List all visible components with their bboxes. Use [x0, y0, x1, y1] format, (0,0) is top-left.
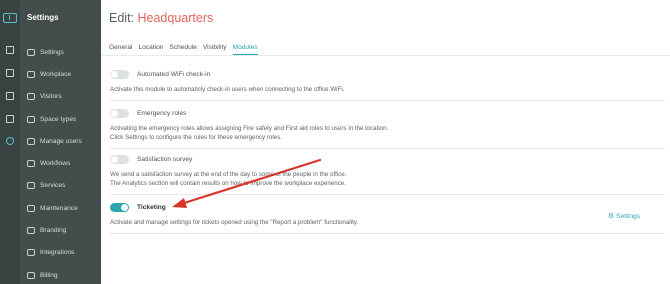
app-window: Settings Settings Workplace Visitors Space …	[0, 0, 670, 284]
module-divider	[110, 100, 665, 101]
module-label: Emergency roles	[137, 109, 187, 117]
tab-modules[interactable]: Modules	[232, 44, 258, 55]
billing-icon	[27, 271, 35, 279]
toggle-knob	[121, 203, 128, 211]
tab-location[interactable]: Location	[138, 44, 163, 55]
toggle-knob	[111, 109, 118, 117]
gear-icon	[27, 48, 35, 56]
module-description-line: The Analytics section will contain resul…	[110, 180, 346, 187]
module-description-line: Activating the emergency roles allows as…	[110, 125, 389, 132]
toggle-knob	[111, 70, 118, 78]
app-logo-icon[interactable]	[3, 13, 17, 23]
toggle-knob	[111, 155, 118, 163]
sidebar-item-maintenance[interactable]: Maintenance	[20, 197, 101, 219]
module-description-line: Activate this module to automaticly chec…	[110, 86, 345, 93]
sidebar-item-integrations[interactable]: Integrations	[20, 242, 101, 264]
tabs-divider	[101, 55, 670, 56]
module-label: Automated WiFi check-in	[137, 70, 211, 78]
sidebar-item-label: Maintenance	[40, 204, 78, 212]
tab-bar: General Location Schedule Visibility Modules	[109, 44, 264, 55]
person-icon[interactable]	[6, 115, 14, 123]
page-title-prefix: Edit:	[109, 11, 135, 25]
module-description: Activate this module to automaticly chec…	[110, 85, 665, 94]
maintenance-icon	[27, 204, 35, 212]
settings-link-label: Settings	[616, 212, 640, 220]
workflow-icon	[27, 160, 35, 168]
module-toggle[interactable]	[110, 69, 129, 79]
module-label: Satisfaction survey	[137, 155, 193, 163]
sidebar-item-workplace[interactable]: Workplace	[20, 63, 101, 85]
module-header: Satisfaction survey	[110, 154, 665, 164]
sidebar-item-label: Workflows	[40, 160, 71, 168]
tab-visibility[interactable]: Visibility	[203, 44, 227, 55]
services-icon	[27, 182, 35, 190]
module-divider	[110, 233, 665, 234]
module-header: Ticketing	[110, 202, 665, 212]
space-icon	[27, 115, 35, 123]
sidebar-item-label: Settings	[40, 48, 64, 56]
sidebar-item-visitors[interactable]: Visitors	[20, 86, 101, 108]
list-icon[interactable]	[6, 69, 14, 77]
module-toggle[interactable]	[110, 108, 129, 118]
sidebar-item-space-types[interactable]: Space types	[20, 108, 101, 130]
module-description: Activate and manage settings for tickets…	[110, 218, 665, 227]
settings-rail-icon[interactable]	[6, 137, 14, 145]
tab-schedule[interactable]: Schedule	[169, 44, 197, 55]
integrations-icon	[27, 249, 35, 257]
sidebar-item-services[interactable]: Services	[20, 175, 101, 197]
module-header: Emergency roles	[110, 108, 665, 118]
main-panel: Edit: Headquarters General Location Schedu…	[101, 0, 670, 284]
branding-icon	[27, 227, 35, 235]
module-description-line: We send a satisfaction survey at the end…	[110, 171, 347, 178]
calendar-icon[interactable]	[6, 46, 14, 54]
module-description: Activating the emergency roles allows as…	[110, 124, 665, 142]
sidebar-item-label: Services	[40, 182, 66, 190]
sidebar-item-settings[interactable]: Settings	[20, 41, 101, 63]
sidebar-item-label: Workplace	[40, 70, 72, 78]
module-toggle[interactable]	[110, 154, 129, 164]
sidebar-item-workflows[interactable]: Workflows	[20, 152, 101, 174]
sidebar-item-label: Billing	[40, 271, 58, 279]
sidebar-title: Settings	[27, 13, 59, 22]
sidebar-item-label: Branding	[40, 227, 67, 235]
module-header: Automated WiFi check-in	[110, 69, 665, 79]
building-icon	[27, 70, 35, 78]
module-description: We send a satisfaction survey at the end…	[110, 170, 665, 188]
sidebar-item-manage-users[interactable]: Manage users	[20, 130, 101, 152]
gear-icon: ⚙	[607, 213, 615, 220]
module-description-line: Activate and manage settings for tickets…	[110, 219, 359, 226]
sidebar-item-label: Space types	[40, 115, 77, 123]
sidebar-item-label: Visitors	[40, 93, 62, 101]
module-ticketing: Ticketing Activate and manage settings fo…	[110, 202, 665, 234]
module-automated-wifi-check-in: Automated WiFi check-in Activate this mod…	[110, 69, 665, 101]
module-divider	[110, 148, 665, 149]
page-title: Edit: Headquarters	[109, 11, 213, 25]
tab-general[interactable]: General	[109, 44, 132, 55]
module-description-line: Click Settings to configure the rules fo…	[110, 134, 282, 141]
sidebar-item-billing[interactable]: Billing	[20, 264, 101, 284]
icon-rail	[0, 0, 20, 284]
visitor-icon	[27, 93, 35, 101]
page-title-name: Headquarters	[137, 11, 214, 25]
users-icon	[27, 137, 35, 145]
module-emergency-roles: Emergency roles Activating the emergency …	[110, 108, 665, 149]
sidebar-nav: Settings Workplace Visitors Space types Mana…	[20, 41, 101, 284]
sidebar-item-branding[interactable]: Branding	[20, 219, 101, 241]
module-divider	[110, 194, 665, 195]
sidebar: Settings Settings Workplace Visitors Space …	[20, 0, 101, 284]
sidebar-item-label: Manage users	[40, 137, 82, 145]
module-toggle[interactable]	[110, 202, 129, 212]
module-satisfaction-survey: Satisfaction survey We send a satisfactio…	[110, 154, 665, 195]
ticketing-settings-link[interactable]: ⚙ Settings	[607, 212, 640, 221]
module-label: Ticketing	[137, 203, 166, 211]
sidebar-item-label: Integrations	[40, 249, 75, 257]
book-icon[interactable]	[6, 92, 14, 100]
